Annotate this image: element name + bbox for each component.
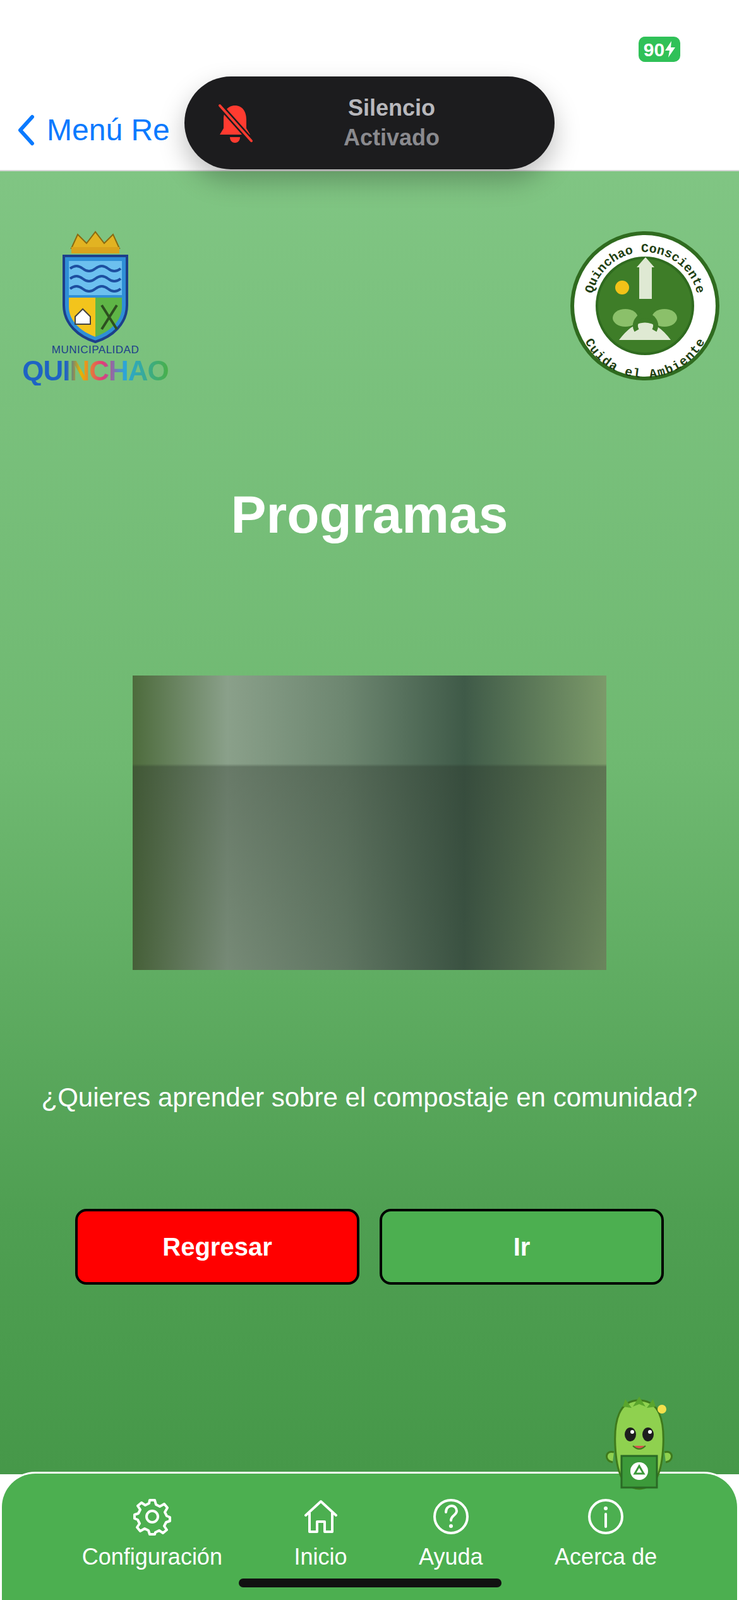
status-bar: 90 Menú Re Silencio Activado xyxy=(0,0,739,172)
battery-indicator: 90 xyxy=(638,36,681,62)
back-label: Menú Re xyxy=(46,111,170,150)
question-text: ¿Quieres aprender sobre el compostaje en… xyxy=(41,1080,698,1114)
environment-logo: Quinchao Consciente Cuida el Ambiente xyxy=(568,229,722,383)
compost-photo xyxy=(132,675,607,970)
tab-item[interactable]: Acerca de xyxy=(554,1495,657,1600)
tab-label: Acerca de xyxy=(554,1542,657,1571)
tab-label: Ayuda xyxy=(418,1542,483,1571)
mascot-icon xyxy=(600,1394,679,1492)
coat-of-arms-icon xyxy=(58,229,133,343)
action-buttons: RegresarIr xyxy=(75,1208,664,1285)
app-screen: 90 Menú Re Silencio Activado xyxy=(0,0,739,1600)
gear-icon xyxy=(132,1495,173,1537)
back-button[interactable]: Menú Re xyxy=(16,111,170,150)
svg-text:Cuida el Ambiente: Cuida el Ambiente xyxy=(581,336,709,382)
question-icon xyxy=(430,1495,472,1537)
chevron-left-icon xyxy=(16,114,36,146)
page-title: Programas xyxy=(231,482,509,546)
tab-label: Inicio xyxy=(293,1542,347,1571)
logo-top-text: Quinchao Consciente xyxy=(582,241,709,295)
banner-title: Silencio xyxy=(253,93,530,124)
municipality-logo: MUNICIPALIDAD QUINCHAO xyxy=(25,229,166,386)
go-button[interactable]: Ir xyxy=(379,1208,664,1285)
logo-bottom-text: Cuida el Ambiente xyxy=(581,336,709,382)
silent-mode-banner: Silencio Activado xyxy=(184,76,555,170)
bell-slash-icon xyxy=(216,101,254,145)
tab-label: Configuración xyxy=(82,1542,223,1571)
logo-caption: MUNICIPALIDAD xyxy=(51,344,139,357)
info-icon xyxy=(585,1495,626,1537)
tab-item[interactable]: Configuración xyxy=(82,1495,223,1600)
svg-text:Quinchao Consciente: Quinchao Consciente xyxy=(582,241,709,295)
battery-level: 90 xyxy=(643,35,665,64)
banner-subtitle: Activado xyxy=(253,123,530,153)
logo-name: QUINCHAO xyxy=(22,356,169,386)
back-button[interactable]: Regresar xyxy=(75,1208,360,1285)
bolt-icon xyxy=(665,41,676,58)
home-indicator xyxy=(238,1577,502,1587)
content-area: MUNICIPALIDAD QUINCHAO Quinchao Conscien xyxy=(0,171,739,1474)
house-icon xyxy=(300,1495,342,1537)
